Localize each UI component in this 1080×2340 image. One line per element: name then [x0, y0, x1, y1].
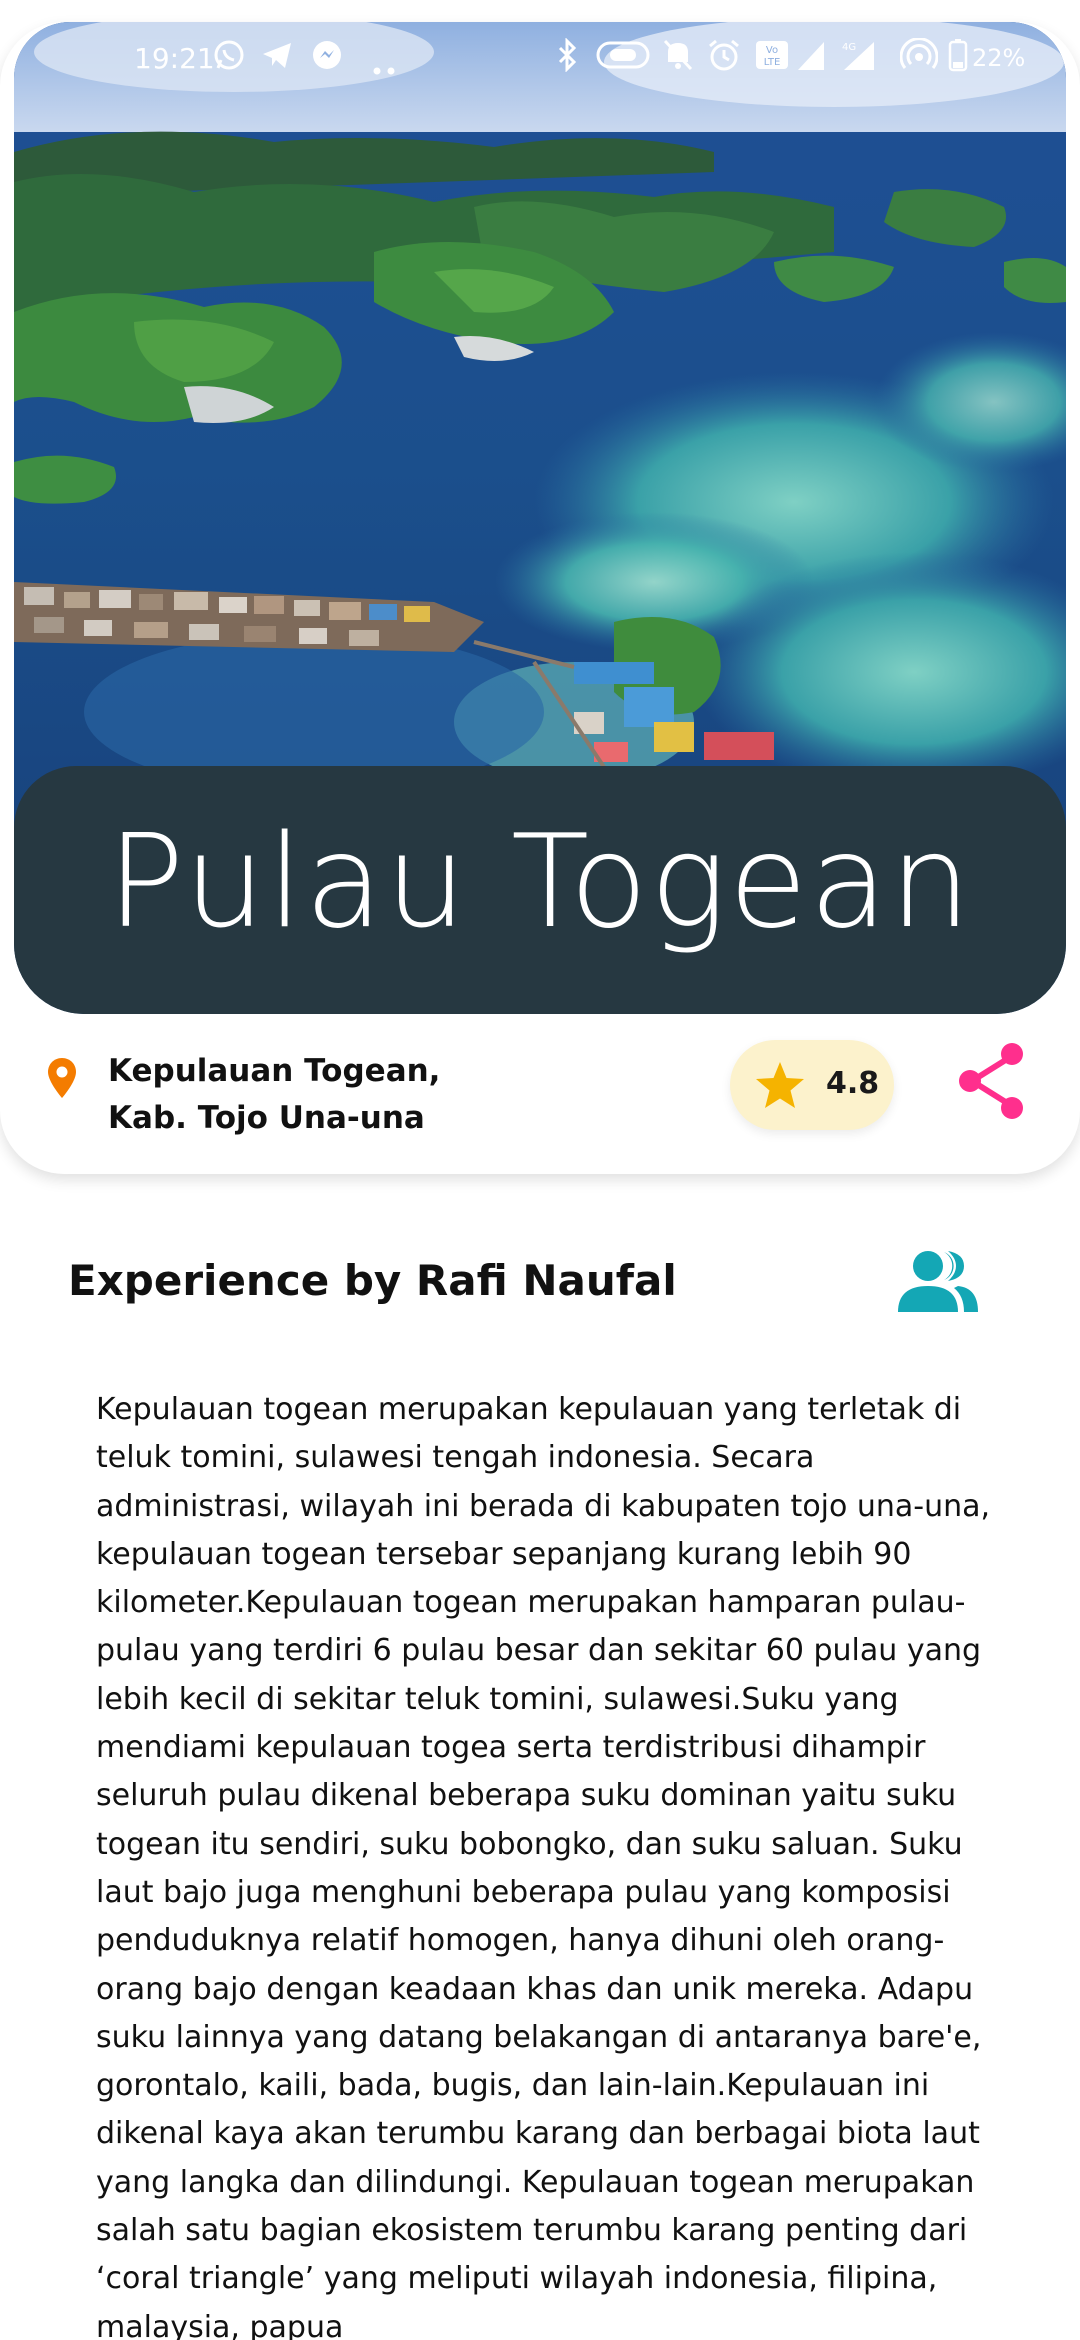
battery-percent: 22%	[972, 44, 1026, 72]
more-dots-icon	[372, 50, 398, 83]
location-row: Kepulauan Togean, Kab. Tojo Una-una 4.8	[0, 1014, 1080, 1154]
status-bar: 19:21 Vo LTE 4G 22%	[0, 22, 1080, 102]
alarm-icon	[706, 38, 742, 79]
location-text: Kepulauan Togean, Kab. Tojo Una-una	[108, 1048, 440, 1142]
people-icon[interactable]	[894, 1248, 980, 1318]
battery-icon	[948, 38, 968, 79]
signal-icon	[796, 38, 826, 79]
volte-icon: Vo LTE	[754, 38, 790, 79]
telegram-icon	[260, 38, 294, 79]
whatsapp-icon	[212, 38, 246, 79]
location-pin-icon	[46, 1056, 78, 1104]
title-band: Pulau Togean	[14, 766, 1066, 1014]
svg-text:LTE: LTE	[764, 57, 781, 68]
rating-value: 4.8	[826, 1066, 880, 1101]
svg-text:Vo: Vo	[766, 45, 778, 56]
status-time: 19:21	[134, 42, 215, 75]
share-icon	[959, 1043, 1023, 1119]
place-header-card: Pulau Togean Kepulauan Togean, Kab. Tojo…	[0, 22, 1080, 1174]
rating-badge: 4.8	[730, 1040, 894, 1130]
messenger-icon	[310, 38, 344, 79]
signal-4g-icon: 4G	[836, 38, 876, 79]
star-icon	[754, 1060, 806, 1114]
bluetooth-icon	[556, 37, 580, 79]
experience-title: Experience by Rafi Naufal	[68, 1256, 677, 1305]
location-line-1: Kepulauan Togean,	[108, 1053, 441, 1089]
hero-image: Pulau Togean	[14, 22, 1066, 1014]
screen: Pulau Togean Kepulauan Togean, Kab. Tojo…	[0, 0, 1080, 2340]
hotspot-icon	[899, 37, 939, 79]
nfc-icon	[596, 38, 650, 79]
mute-icon	[662, 38, 694, 79]
share-button[interactable]	[952, 1038, 1032, 1124]
svg-text:4G: 4G	[842, 42, 856, 53]
experience-description: Kepulauan togean merupakan kepulauan yan…	[96, 1392, 991, 2340]
place-title: Pulau Togean	[107, 808, 973, 957]
location-line-2: Kab. Tojo Una-una	[108, 1100, 425, 1136]
